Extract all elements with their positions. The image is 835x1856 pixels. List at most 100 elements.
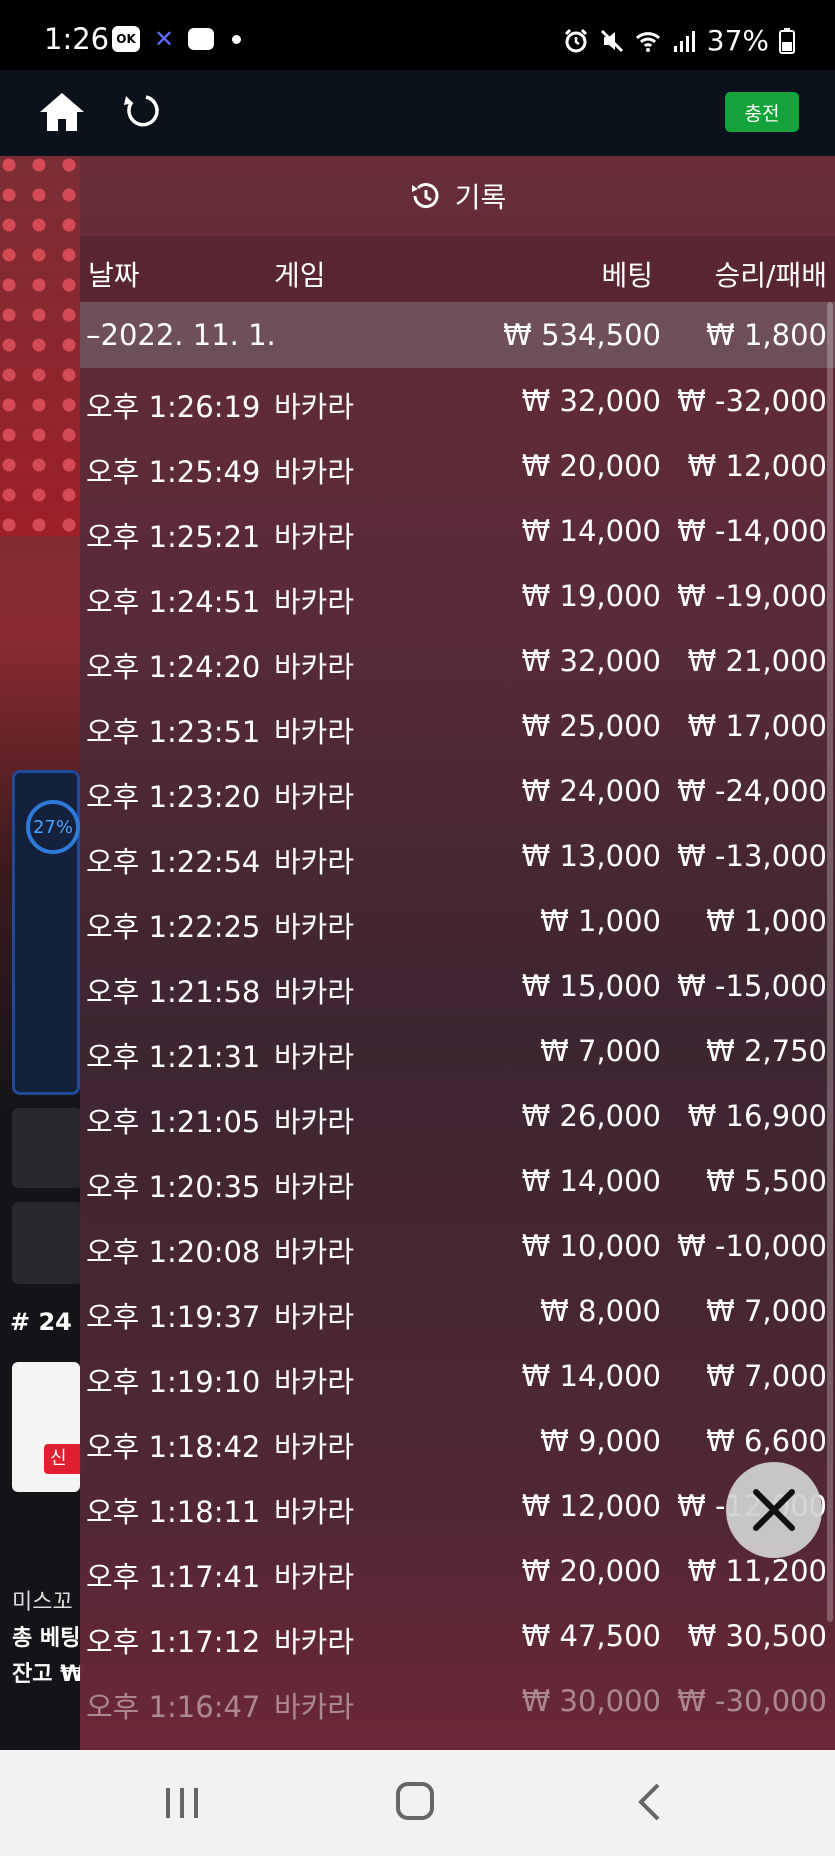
row-result: ₩ -10,000	[677, 1229, 827, 1263]
row-game: 바카라	[274, 1235, 355, 1269]
row-game: 바카라	[274, 845, 355, 879]
summary-result: ₩ 1,800	[706, 318, 827, 352]
row-time: 오후 1:22:25	[86, 910, 261, 944]
dot-icon	[232, 34, 241, 44]
scrollbar[interactable]	[827, 302, 833, 1622]
history-row: 오후 1:18:11바카라₩ 12,000₩ -12,000	[80, 1473, 835, 1538]
refresh-icon[interactable]	[122, 92, 160, 132]
row-result: ₩ 7,000	[706, 1359, 827, 1393]
row-game: 바카라	[274, 1365, 355, 1399]
chat-icon	[188, 28, 214, 50]
row-bet: ₩ 32,000	[521, 384, 661, 418]
battery-percent: 37%	[706, 24, 769, 57]
history-row: 오후 1:19:10 바카라 ₩ 14,000 ₩ 7,000	[80, 1343, 835, 1408]
row-bet: ₩ 14,000	[521, 1359, 661, 1393]
row-result: ₩ 1,000	[706, 904, 827, 938]
wifi-icon	[635, 31, 660, 52]
recents-icon[interactable]	[164, 1786, 200, 1820]
nav-home-icon[interactable]	[396, 1782, 434, 1820]
row-game: 바카라	[274, 1040, 355, 1074]
room-number: # 24	[10, 1308, 72, 1336]
blossom-decoration	[0, 156, 80, 536]
row-bet: ₩ 8,000	[540, 1294, 661, 1328]
table-header: 날짜 게임 베팅 승리/패배	[80, 236, 835, 302]
row-bet: ₩ 1,000	[540, 904, 661, 938]
row-game: 바카라	[274, 1300, 355, 1334]
row-game: 바카라	[274, 650, 355, 684]
column-bet: 베팅	[601, 259, 653, 292]
history-row: 오후 1:19:37 바카라 ₩ 8,000 ₩ 7,000	[80, 1278, 835, 1343]
row-game: 바카라	[274, 390, 355, 424]
row-bet: ₩ 14,000	[521, 514, 661, 548]
row-bet: ₩ 26,000	[521, 1099, 661, 1133]
row-result: ₩ -30,000	[677, 1684, 827, 1718]
history-row: 오후 1:16:47 바카라 ₩ 30,000 ₩ -30,000	[80, 1668, 835, 1733]
row-result: ₩ 17,000	[687, 709, 827, 743]
row-game: 바카라	[274, 1430, 355, 1464]
row-time: 오후 1:18:11	[86, 1495, 261, 1529]
row-bet: ₩ 10,000	[521, 1229, 661, 1263]
row-time: 오후 1:24:20	[86, 650, 261, 684]
status-time: 1:26	[44, 22, 110, 56]
column-date: 날짜	[88, 259, 140, 292]
row-bet: ₩ 9,000	[540, 1424, 661, 1458]
history-row: 오후 1:17:12 바카라 ₩ 47,500 ₩ 30,500	[80, 1603, 835, 1668]
row-time: 오후 1:25:49	[86, 455, 261, 489]
history-row: 오후 1:20:35 바카라 ₩ 14,000 ₩ 5,500	[80, 1148, 835, 1213]
row-result: ₩ -14,000	[677, 514, 827, 548]
system-icons: 37%	[563, 24, 795, 57]
row-time: 오후 1:23:51	[86, 715, 261, 749]
signal-icon	[673, 30, 695, 52]
row-result: ₩ 16,900	[687, 1099, 827, 1133]
row-time: 오후 1:21:05	[86, 1105, 261, 1139]
back-icon[interactable]	[636, 1782, 662, 1822]
history-row: 오후 1:23:20 바카라 ₩ 24,000 ₩ -24,000	[80, 758, 835, 823]
row-result: ₩ -15,000	[677, 969, 827, 1003]
row-time: 오후 1:23:20	[86, 780, 261, 814]
background-button[interactable]	[12, 1202, 82, 1284]
home-icon[interactable]	[38, 90, 86, 134]
history-row: 오후 1:26:19 바카라 ₩ 32,000 ₩ -32,000	[80, 368, 835, 433]
history-row: 오후 1:22:54 바카라 ₩ 13,000 ₩ -13,000	[80, 823, 835, 888]
row-game: 바카라	[274, 1105, 355, 1139]
row-game: 바카라	[274, 1170, 355, 1204]
row-time: 오후 1:19:10	[86, 1365, 261, 1399]
row-time: 오후 1:26:19	[86, 390, 261, 424]
row-game: 바카라	[274, 455, 355, 489]
background-button[interactable]	[12, 1108, 82, 1188]
new-badge: 신	[44, 1444, 84, 1474]
row-game: 바카라	[274, 1690, 355, 1724]
history-rows: 오후 1:26:19 바카라 ₩ 32,000 ₩ -32,000 오후 1:25:49…	[80, 368, 835, 1733]
history-row: 오후 1:23:51 바카라 ₩ 25,000 ₩ 17,000	[80, 693, 835, 758]
row-game: 바카라	[274, 715, 355, 749]
row-result: ₩ 2,750	[706, 1034, 827, 1068]
row-game: 바카라	[274, 520, 355, 554]
alarm-icon	[564, 28, 587, 52]
summary-bet: ₩ 534,500	[503, 318, 661, 352]
row-bet: ₩ 13,000	[521, 839, 661, 873]
row-bet: ₩ 47,500	[521, 1619, 661, 1653]
row-result: ₩ 12,000	[687, 449, 827, 483]
charge-button[interactable]: 충전	[725, 92, 799, 132]
column-game: 게임	[274, 259, 326, 292]
row-result: ₩ 30,500	[687, 1619, 827, 1653]
row-result: ₩ 5,500	[706, 1164, 827, 1198]
close-button[interactable]	[726, 1462, 822, 1558]
row-time: 오후 1:17:41	[86, 1560, 261, 1594]
row-bet: ₩ 30,000	[521, 1684, 661, 1718]
history-row: 오후 1:21:05 바카라 ₩ 26,000 ₩ 16,900	[80, 1083, 835, 1148]
progress-ring: 27%	[26, 800, 80, 854]
row-time: 오후 1:21:31	[86, 1040, 261, 1074]
row-bet: ₩ 14,000	[521, 1164, 661, 1198]
row-time: 오후 1:20:35	[86, 1170, 261, 1204]
row-game: 바카라	[274, 1625, 355, 1659]
ok-app-icon: OK	[112, 26, 140, 52]
row-game: 바카라	[274, 585, 355, 619]
row-time: 오후 1:22:54	[86, 845, 261, 879]
row-bet: ₩ 24,000	[521, 774, 661, 808]
system-nav-bar	[0, 1750, 835, 1856]
row-result: ₩ 21,000	[687, 644, 827, 678]
row-game: 바카라	[274, 910, 355, 944]
date-summary-row[interactable]: –2022. 11. 1. ₩ 534,500 ₩ 1,800	[80, 302, 835, 368]
history-row: 오후 1:17:41 바카라 ₩ 20,000 ₩ 11,200	[80, 1538, 835, 1603]
